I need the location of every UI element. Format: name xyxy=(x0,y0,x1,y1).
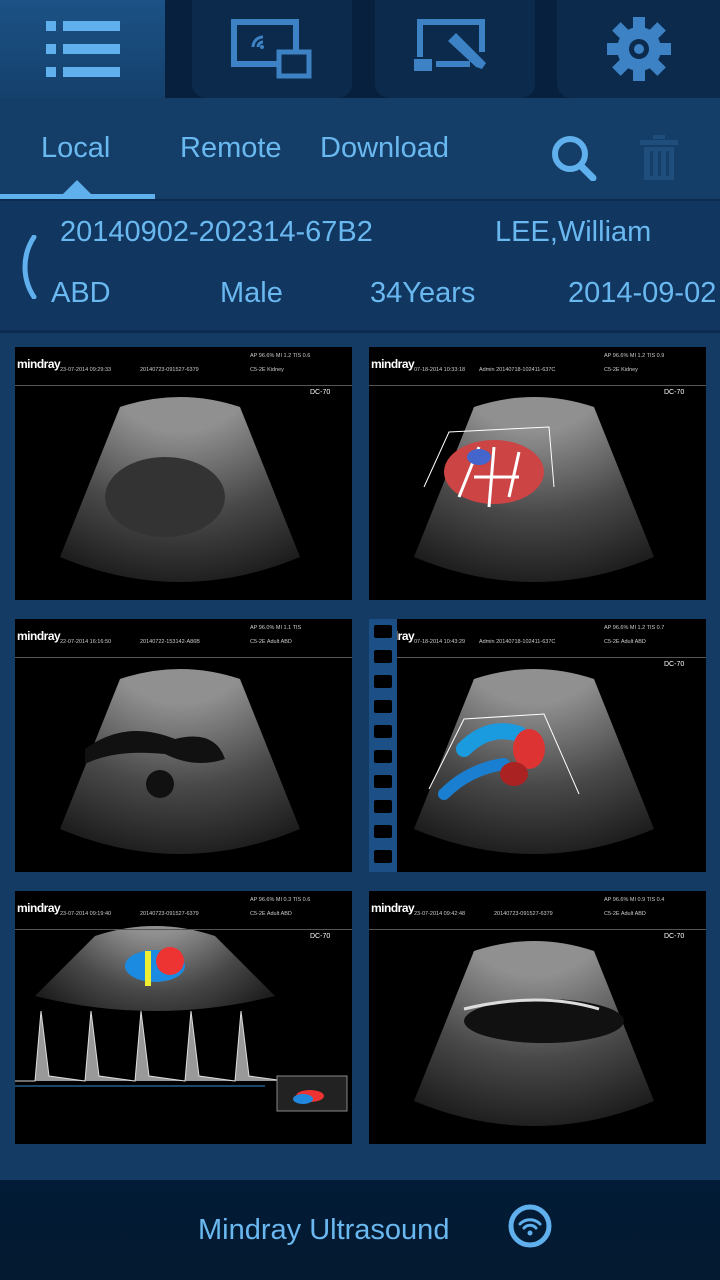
source-tab-bar: Local Remote Download xyxy=(0,98,720,200)
patient-sex: Male xyxy=(220,277,283,309)
probe-exam: C5-2E Adult ABD xyxy=(604,911,646,917)
wireless-display-icon xyxy=(231,19,312,79)
dynamic-contrast: DC-70 xyxy=(310,933,331,940)
image-thumbnail[interactable]: mindray 07-18-2014 10:43:29 Admin 201407… xyxy=(369,619,706,872)
footer-bar: Mindray Ultrasound xyxy=(0,1180,720,1280)
study-id: 20140723-091527-6379 xyxy=(494,911,553,917)
selected-film-strip xyxy=(369,619,397,872)
exam-date: 2014-09-02 xyxy=(568,277,717,309)
study-id: Admin 20140718-102411-637C xyxy=(479,639,556,645)
probe-exam: C5-2E Adult ABD xyxy=(250,639,292,645)
header-line xyxy=(15,929,352,930)
dynamic-contrast: DC-70 xyxy=(664,661,685,668)
device-name: Mindray Ultrasound xyxy=(198,1214,450,1246)
image-datetime: 07-18-2014 10:33:18 xyxy=(414,367,466,373)
film-hole xyxy=(374,650,392,663)
top-tab-bar xyxy=(0,0,720,98)
study-id: 20140723-091527-6379 xyxy=(140,911,199,917)
dynamic-contrast: DC-70 xyxy=(664,389,685,396)
film-hole xyxy=(374,750,392,763)
film-hole xyxy=(374,800,392,813)
image-grid: mindray 23-07-2014 09:29:33 20140723-091… xyxy=(0,334,720,1180)
chevron-left-icon[interactable] xyxy=(18,235,38,299)
mindray-logo: mindray xyxy=(17,357,61,371)
acoustic-params: AP 96.6% MI 0.3 TIS 0.6 xyxy=(250,897,311,903)
image-datetime: 23-07-2014 09:42:48 xyxy=(414,911,466,917)
mindray-logo: mindray xyxy=(371,901,415,915)
image-thumbnail[interactable]: mindray 23-07-2014 09:42:48 20140723-091… xyxy=(369,891,706,1144)
film-hole xyxy=(374,775,392,788)
acoustic-params: AP 96.6% MI 1.2 TIS 0.6 xyxy=(250,353,311,359)
acoustic-params: AP 96.0% MI 1.1 TIS xyxy=(250,625,302,631)
active-tab-caret xyxy=(63,180,91,194)
image-datetime: 07-18-2014 10:43:29 xyxy=(414,639,466,645)
tab-download[interactable]: Download xyxy=(320,132,449,165)
patient-info-panel: 20140902-202314-67B2 LEE,William ABD Mal… xyxy=(0,201,720,333)
study-id: 20140723-091527-6379 xyxy=(140,367,199,373)
image-thumbnail[interactable]: mindray 23-07-2014 09:29:33 20140723-091… xyxy=(15,347,352,600)
search-icon[interactable] xyxy=(551,135,599,181)
tab-local[interactable]: Local xyxy=(41,132,110,165)
tab-wireless-display[interactable] xyxy=(192,0,352,98)
header-line xyxy=(369,657,706,658)
header-line xyxy=(369,385,706,386)
mindray-logo: mindray xyxy=(17,629,61,643)
list-icon xyxy=(45,21,120,77)
dynamic-contrast: DC-70 xyxy=(310,389,331,396)
film-hole xyxy=(374,700,392,713)
dynamic-contrast: DC-70 xyxy=(664,933,685,940)
gear-icon xyxy=(606,17,671,81)
patient-name: LEE,William xyxy=(495,216,652,248)
acoustic-params: AP 96.6% MI 1.2 TIS 0.7 xyxy=(604,625,665,631)
film-hole xyxy=(374,675,392,688)
probe-exam: C5-2E Adult ABD xyxy=(250,911,292,917)
film-hole xyxy=(374,850,392,863)
image-thumbnail[interactable]: mindray 22-07-2014 16:16:50 20140722-153… xyxy=(15,619,352,872)
film-hole xyxy=(374,825,392,838)
image-datetime: 23-07-2014 09:19:40 xyxy=(60,911,112,917)
film-hole xyxy=(374,625,392,638)
image-thumbnail[interactable]: mindray 23-07-2014 09:19:40 20140723-091… xyxy=(15,891,352,1144)
film-hole xyxy=(374,725,392,738)
tab-remote[interactable]: Remote xyxy=(180,132,282,165)
probe-exam: C5-2E Adult ABD xyxy=(604,639,646,645)
patient-age: 34Years xyxy=(370,277,476,309)
header-line xyxy=(15,385,352,386)
study-id: Admin 20140718-102411-637C xyxy=(479,367,556,373)
patient-id: 20140902-202314-67B2 xyxy=(60,216,373,248)
tab-screen-annotate[interactable] xyxy=(375,0,535,98)
tab-image-list[interactable] xyxy=(0,0,165,98)
mindray-logo: mindray xyxy=(17,901,61,915)
header-line xyxy=(369,929,706,930)
wifi-icon[interactable] xyxy=(508,1204,552,1248)
probe-exam: C5-2E Kidney xyxy=(250,367,284,373)
trash-icon[interactable] xyxy=(640,135,680,181)
mindray-logo: mindray xyxy=(371,357,415,371)
probe-exam: C5-2E Kidney xyxy=(604,367,638,373)
image-datetime: 22-07-2014 16:16:50 xyxy=(60,639,112,645)
acoustic-params: AP 96.6% MI 0.9 TIS 0.4 xyxy=(604,897,665,903)
image-thumbnail[interactable]: mindray 07-18-2014 10:33:18 Admin 201407… xyxy=(369,347,706,600)
image-datetime: 23-07-2014 09:29:33 xyxy=(60,367,112,373)
header-line xyxy=(15,657,352,658)
screen-annotate-icon xyxy=(414,19,486,71)
study-id: 20140722-153142-A86B xyxy=(140,639,200,645)
acoustic-params: AP 96.6% MI 1.2 TIS 0.9 xyxy=(604,353,665,359)
exam-type: ABD xyxy=(51,277,111,309)
tab-settings[interactable] xyxy=(557,0,720,98)
